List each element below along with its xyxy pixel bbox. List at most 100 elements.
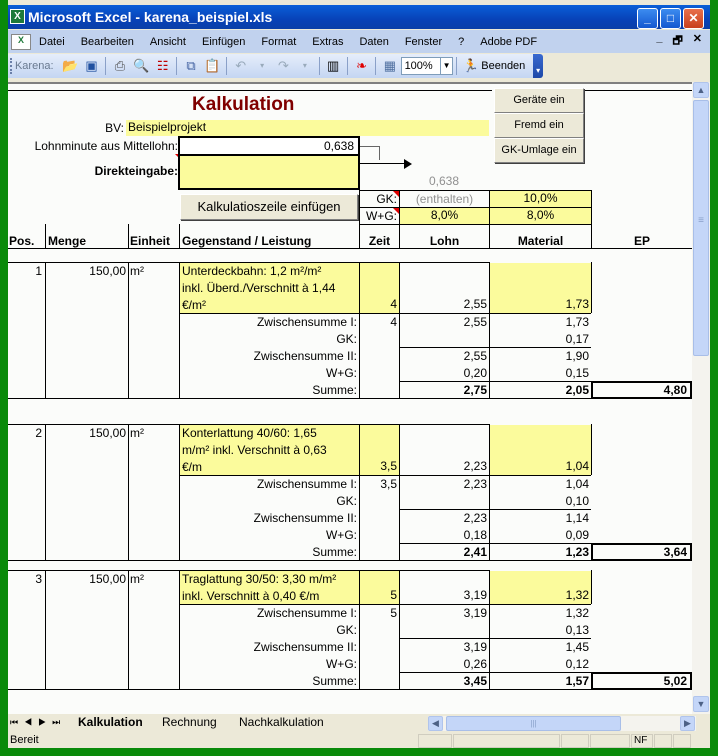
toolbar-options-icon[interactable]: ▾ — [533, 54, 543, 78]
gk-umlage-ein-button[interactable]: GK-Umlage ein — [494, 138, 584, 163]
paste-icon[interactable]: 📋 — [204, 57, 221, 75]
footprints-icon[interactable]: ❧ — [353, 57, 370, 75]
maximize-button[interactable]: □ — [660, 8, 681, 29]
lohnminute-value[interactable]: 0,638 — [178, 136, 360, 156]
zs1-material: 1,04 — [565, 477, 589, 491]
calculator-icon[interactable]: ▦ — [381, 57, 398, 75]
arrow-line — [360, 163, 406, 164]
menu-einfuegen[interactable]: Einfügen — [194, 36, 253, 48]
minimize-button[interactable]: _ — [637, 8, 658, 29]
position-menge[interactable]: 150,00 — [46, 264, 126, 278]
tab-navigation-icons[interactable]: ⏮◀▶⏭ — [10, 717, 66, 728]
zs1-zeit: 4 — [390, 315, 397, 329]
save-icon[interactable]: ▣ — [83, 57, 100, 75]
position-description-line: €/m — [182, 460, 203, 474]
subtotal-label-zs1: Zwischensumme I: — [256, 477, 357, 491]
wg-lohn-rate[interactable]: 8,0% — [400, 208, 489, 224]
position-description-line: Traglattung 30/50: 3,30 m/m² — [182, 572, 337, 586]
sheet-title: Kalkulation — [192, 94, 295, 115]
menu-help[interactable]: ? — [450, 36, 472, 48]
horizontal-scrollbar[interactable]: ◀ ||| ▶ — [428, 716, 696, 731]
redo-dropdown-icon[interactable]: ▾ — [296, 57, 313, 75]
wg-material-rate[interactable]: 8,0% — [490, 208, 591, 224]
zoom-input[interactable]: 100% — [400, 57, 442, 75]
separator — [226, 57, 228, 75]
col-divider — [45, 262, 46, 398]
beenden-button[interactable]: Beenden — [481, 60, 525, 72]
wg-lohn: 0,18 — [463, 528, 487, 542]
menu-ansicht[interactable]: Ansicht — [142, 36, 194, 48]
vertical-scrollbar[interactable]: ▲ ≡ ▼ — [692, 82, 710, 714]
tab-kalkulation[interactable]: Kalkulation — [78, 714, 143, 731]
direkteingabe-input[interactable] — [178, 154, 360, 190]
menu-daten[interactable]: Daten — [351, 36, 396, 48]
scroll-right-icon[interactable]: ▶ — [680, 716, 695, 731]
scroll-down-icon[interactable]: ▼ — [693, 696, 709, 712]
position-description-line: €/m² — [182, 298, 206, 312]
bv-value[interactable]: Beispielprojekt — [126, 120, 489, 136]
close-button[interactable]: ✕ — [683, 8, 704, 29]
wg-lohn: 0,26 — [463, 657, 487, 671]
position-menge[interactable]: 150,00 — [46, 426, 126, 440]
copy-icon[interactable]: ⧉ — [182, 57, 199, 75]
workbook-icon[interactable]: X — [11, 33, 31, 50]
print-icon[interactable]: ⎙ — [111, 57, 128, 75]
top-border-right — [584, 90, 692, 91]
header-ep: EP — [633, 234, 650, 248]
redo-icon[interactable]: ↷ — [275, 57, 292, 75]
print-preview-icon[interactable]: 🔍 — [133, 57, 150, 75]
separator — [455, 57, 457, 75]
vertical-scroll-thumb[interactable]: ≡ — [693, 100, 709, 356]
subtotal-border — [179, 475, 591, 476]
menu-bearbeiten[interactable]: Bearbeiten — [73, 36, 142, 48]
separator — [375, 57, 377, 75]
horizontal-scroll-thumb[interactable]: ||| — [446, 716, 621, 731]
position-einheit[interactable]: m² — [130, 264, 144, 278]
geraete-ein-button[interactable]: Geräte ein — [494, 88, 584, 113]
col-divider — [128, 262, 129, 398]
open-folder-icon[interactable]: 📂 — [62, 57, 79, 75]
gk-material-rate[interactable]: 10,0% — [490, 191, 591, 207]
kalkulationszeile-einfuegen-button[interactable]: Kalkulatioszeile einfügen — [180, 194, 358, 220]
rates-border — [360, 224, 592, 225]
doc-restore-button[interactable]: 🗗 — [672, 32, 682, 51]
menu-fenster[interactable]: Fenster — [397, 36, 450, 48]
col-divider — [128, 424, 129, 560]
zs1-material: 1,73 — [565, 315, 589, 329]
menu-extras[interactable]: Extras — [304, 36, 351, 48]
zoom-dropdown-icon[interactable]: ▼ — [441, 57, 453, 75]
tab-nachkalkulation[interactable]: Nachkalkulation — [239, 714, 324, 731]
status-cell — [561, 734, 589, 748]
subtotal-label-gk: GK: — [336, 332, 357, 346]
subtotal-label-summe: Summe: — [312, 674, 357, 688]
subtotal-border — [399, 381, 591, 382]
exit-runner-icon[interactable]: 🏃 — [462, 57, 479, 75]
fremd-ein-button[interactable]: Fremd ein — [494, 113, 584, 138]
menu-adobe-pdf[interactable]: Adobe PDF — [472, 36, 545, 48]
worksheet[interactable]: Kalkulation BV: Beispielprojekt Lohnminu… — [8, 82, 692, 714]
zs1-material: 1,32 — [565, 606, 589, 620]
undo-icon[interactable]: ↶ — [232, 57, 249, 75]
subtotal-label-gk: GK: — [336, 494, 357, 508]
doc-minimize-button[interactable]: _ — [656, 32, 662, 51]
form-icon[interactable]: ☷ — [154, 57, 171, 75]
scroll-left-icon[interactable]: ◀ — [428, 716, 443, 731]
position-einheit[interactable]: m² — [130, 426, 144, 440]
separator — [318, 57, 320, 75]
tab-rechnung[interactable]: Rechnung — [162, 714, 217, 731]
position-zeit: 4 — [390, 297, 397, 311]
position-menge[interactable]: 150,00 — [46, 572, 126, 586]
scroll-up-icon[interactable]: ▲ — [693, 82, 709, 98]
doc-close-button[interactable]: ✕ — [693, 32, 702, 51]
position-einheit[interactable]: m² — [130, 572, 144, 586]
menu-datei[interactable]: Datei — [31, 36, 73, 48]
menu-format[interactable]: Format — [253, 36, 304, 48]
col-divider — [591, 262, 592, 313]
status-cell — [590, 734, 630, 748]
toolbar-grip[interactable] — [10, 58, 13, 74]
columns-icon[interactable]: ▥ — [325, 57, 342, 75]
undo-dropdown-icon[interactable]: ▾ — [253, 57, 270, 75]
position-description-line: m/m² inkl. Verschnitt à 0,63 — [182, 443, 327, 457]
position-number: 1 — [35, 264, 42, 278]
header-zeit: Zeit — [368, 234, 391, 248]
